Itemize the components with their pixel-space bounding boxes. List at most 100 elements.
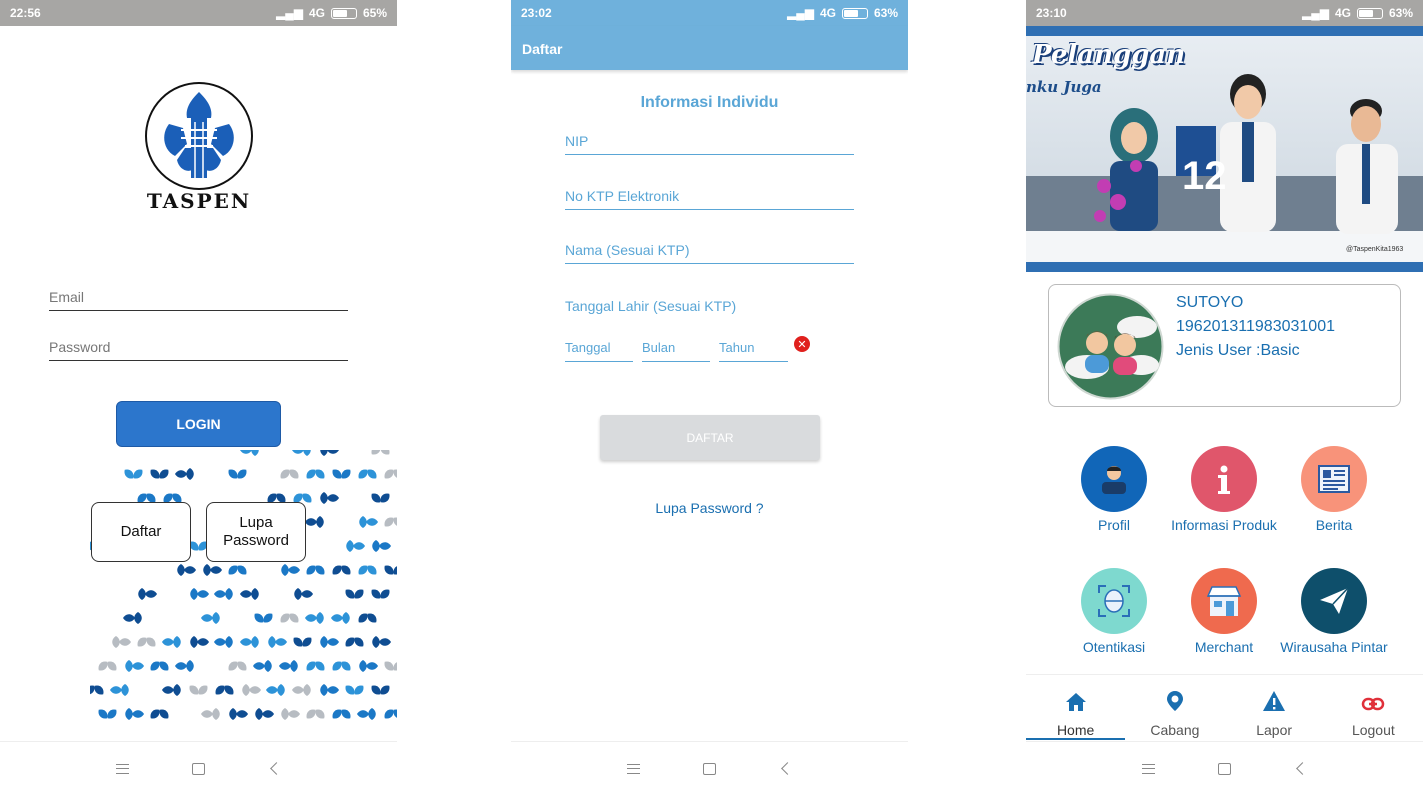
menu-tile-profil[interactable]: Profil bbox=[1059, 446, 1169, 534]
pattern-petal bbox=[251, 450, 259, 456]
menu-tile-wirausaha-pintar[interactable]: Wirausaha Pintar bbox=[1279, 568, 1389, 656]
email-input[interactable] bbox=[49, 289, 348, 305]
menu-tile-merchant[interactable]: Merchant bbox=[1169, 568, 1279, 656]
home-square-icon[interactable] bbox=[192, 762, 206, 776]
back-icon[interactable] bbox=[1294, 762, 1309, 776]
banner-title: Pelanggan bbox=[1032, 40, 1186, 70]
status-time: 22:56 bbox=[10, 6, 41, 20]
year-input[interactable] bbox=[719, 340, 788, 355]
nav-cabang[interactable]: Cabang bbox=[1125, 675, 1224, 740]
lupa-label-line1: Lupa bbox=[239, 514, 273, 531]
battery-icon bbox=[1356, 7, 1383, 19]
menu-tile-informasi-produk[interactable]: Informasi Produk bbox=[1169, 446, 1279, 534]
pattern-petal bbox=[359, 660, 367, 672]
nav-logout[interactable]: Logout bbox=[1324, 675, 1423, 740]
pattern-petal bbox=[190, 636, 198, 648]
paper-plane-icon bbox=[1301, 568, 1367, 634]
pattern-petal bbox=[303, 450, 311, 456]
pattern-petal bbox=[214, 590, 226, 598]
newspaper-icon bbox=[1301, 446, 1367, 512]
login-button[interactable]: LOGIN bbox=[116, 401, 281, 447]
system-nav-bar bbox=[1026, 741, 1423, 795]
daftar-button[interactable]: Daftar bbox=[91, 502, 191, 562]
pattern-petal bbox=[255, 708, 263, 720]
pattern-petal bbox=[240, 450, 252, 454]
pattern-petal bbox=[327, 686, 339, 694]
pattern-petal bbox=[251, 636, 259, 648]
system-nav-bar bbox=[511, 741, 908, 795]
pattern-petal bbox=[240, 638, 252, 646]
pattern-petal bbox=[132, 662, 144, 670]
pattern-petal bbox=[225, 636, 233, 648]
back-icon[interactable] bbox=[268, 762, 283, 776]
lupa-label-line2: Password bbox=[223, 532, 289, 549]
battery-percent: 63% bbox=[873, 6, 898, 20]
home-screen: 23:10 ▂▄▆ 4G 63% Pelanggan nku Juga 12 @… bbox=[1026, 0, 1423, 795]
home-square-icon[interactable] bbox=[1218, 762, 1232, 776]
location-pin-icon bbox=[1166, 691, 1183, 711]
nav-lapor[interactable]: Lapor bbox=[1225, 675, 1324, 740]
pattern-petal bbox=[320, 684, 328, 696]
pattern-petal bbox=[320, 450, 328, 456]
day-field[interactable] bbox=[565, 340, 633, 362]
lupa-password-button[interactable]: Lupa Password bbox=[206, 502, 306, 562]
email-field[interactable] bbox=[49, 287, 348, 311]
password-field[interactable] bbox=[49, 337, 348, 361]
menu-tile-otentikasi[interactable]: Otentikasi bbox=[1059, 568, 1169, 656]
pattern-petal bbox=[251, 588, 259, 600]
pattern-petal bbox=[197, 590, 209, 598]
daftar-submit-button[interactable]: DAFTAR bbox=[600, 415, 820, 460]
day-input[interactable] bbox=[565, 340, 633, 355]
month-field[interactable] bbox=[642, 340, 710, 362]
month-input[interactable] bbox=[642, 340, 710, 355]
pattern-petal bbox=[190, 588, 198, 600]
menu-label: Otentikasi bbox=[1082, 639, 1146, 655]
pattern-petal bbox=[292, 450, 304, 454]
profile-card[interactable]: SUTOYO 196201311983031001 Jenis User :Ba… bbox=[1048, 284, 1401, 407]
promo-banner[interactable]: Pelanggan nku Juga 12 @TaspenKita1963 bbox=[1026, 26, 1423, 272]
pattern-petal bbox=[281, 564, 289, 576]
ktp-field[interactable] bbox=[565, 188, 854, 210]
nip-input[interactable] bbox=[565, 133, 854, 149]
menu-icon[interactable] bbox=[116, 762, 130, 776]
nip-field[interactable] bbox=[565, 133, 854, 155]
menu-icon[interactable] bbox=[1142, 762, 1156, 776]
password-input[interactable] bbox=[49, 339, 348, 355]
pattern-petal bbox=[303, 684, 311, 696]
pattern-petal bbox=[203, 564, 211, 576]
menu-label: Merchant bbox=[1194, 639, 1254, 655]
menu-label: Wirausaha Pintar bbox=[1280, 639, 1388, 655]
pattern-petal bbox=[379, 638, 391, 646]
pattern-petal bbox=[371, 450, 381, 455]
pattern-petal bbox=[132, 710, 144, 718]
year-field[interactable] bbox=[719, 340, 788, 362]
pattern-petal bbox=[253, 662, 265, 670]
menu-icon[interactable] bbox=[627, 762, 641, 776]
pattern-petal bbox=[162, 686, 174, 694]
menu-label: Profil bbox=[1098, 517, 1130, 533]
nama-field[interactable] bbox=[565, 242, 854, 264]
nama-input[interactable] bbox=[565, 242, 854, 258]
nav-label: Lapor bbox=[1256, 722, 1293, 738]
nav-label: Home bbox=[1056, 722, 1095, 738]
user-name: SUTOYO bbox=[1176, 294, 1244, 311]
pattern-petal bbox=[327, 638, 339, 646]
error-icon[interactable]: ✕ bbox=[794, 336, 810, 352]
pattern-petal bbox=[357, 710, 369, 718]
nav-home[interactable]: Home bbox=[1026, 675, 1126, 740]
pattern-petal bbox=[186, 468, 194, 480]
home-square-icon[interactable] bbox=[703, 762, 717, 776]
status-bar: 22:56 ▂▄▆ 4G 65% bbox=[0, 0, 397, 26]
pattern-petal bbox=[134, 612, 142, 624]
counter-number: 12 bbox=[1182, 154, 1227, 198]
pattern-petal bbox=[197, 638, 209, 646]
pattern-petal bbox=[214, 638, 226, 646]
pattern-petal bbox=[353, 542, 365, 550]
logo-text: TASPEN bbox=[147, 189, 251, 213]
battery-percent: 65% bbox=[362, 6, 387, 20]
forgot-password-link[interactable]: Lupa Password ? bbox=[511, 500, 908, 516]
menu-tile-berita[interactable]: Berita bbox=[1279, 446, 1389, 534]
ktp-input[interactable] bbox=[565, 188, 854, 204]
pattern-petal bbox=[275, 638, 287, 646]
back-icon[interactable] bbox=[779, 762, 794, 776]
